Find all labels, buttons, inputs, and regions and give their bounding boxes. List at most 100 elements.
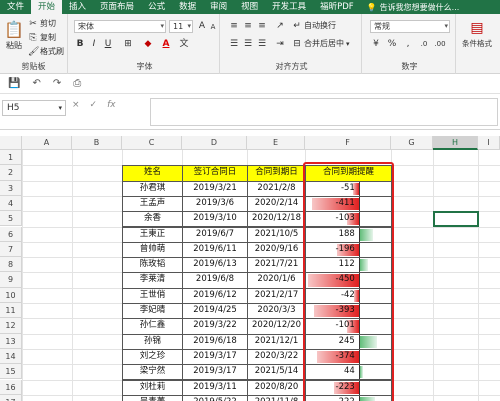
merge-center-button[interactable]: ⊟ 合并后居中 ▾ [292,38,349,49]
date-cell[interactable]: 2019/6/11 [182,241,248,259]
name-cell[interactable]: 刘之珍 [122,348,183,366]
undo-icon[interactable]: ↶ [32,78,40,89]
column-header-A[interactable]: A [22,136,72,150]
menu-tab-6[interactable]: 审阅 [203,0,234,14]
date-cell[interactable]: 2019/6/7 [182,226,248,243]
date-cell[interactable]: 2021/11/8 [247,394,306,401]
date-cell[interactable]: 2021/12/1 [247,333,306,350]
name-cell[interactable]: 梁宁然 [122,364,183,381]
align-center-icon[interactable]: ☰ [242,38,254,50]
column-header-C[interactable]: C [122,136,182,150]
menu-tab-1[interactable]: 开始 [31,0,63,14]
date-cell[interactable]: 2020/2/14 [247,195,306,213]
row-header-2[interactable]: 2 [0,165,22,181]
row-header-17[interactable]: 17 [0,394,22,401]
currency-icon[interactable]: ¥ [370,38,382,50]
date-cell[interactable]: 2019/5/22 [182,394,248,401]
date-cell[interactable]: 2020/3/3 [247,303,306,320]
column-header-E[interactable]: E [247,136,305,150]
row-header-4[interactable]: 4 [0,195,22,212]
redo-icon[interactable]: ↷ [53,78,61,89]
date-cell[interactable]: 2020/1/6 [247,272,306,289]
menu-tab-0[interactable]: 文件 [0,0,31,14]
row-header-13[interactable]: 13 [0,333,22,349]
align-middle-icon[interactable]: ≡ [242,20,254,32]
menu-tab-2[interactable]: 插入 [62,0,93,14]
comma-icon[interactable]: , [402,38,414,50]
spreadsheet-grid[interactable]: ABCDEFGHI1234567891011121314151617姓名签订合同… [0,136,500,401]
date-cell[interactable]: 2019/6/8 [182,272,248,289]
format-painter-button[interactable]: 🖌 格式刷 [28,46,64,57]
date-cell[interactable]: 2020/12/18 [247,211,306,228]
menu-tab-3[interactable]: 页面布局 [93,0,141,14]
formula-input[interactable] [150,98,498,126]
menu-tab-4[interactable]: 公式 [141,0,172,14]
column-header-H[interactable]: H [433,136,478,150]
date-cell[interactable]: 2019/3/11 [182,379,248,396]
increase-decimal-icon[interactable]: .0 [418,38,430,50]
align-bottom-icon[interactable]: ≡ [256,20,268,32]
row-header-11[interactable]: 11 [0,303,22,319]
paste-button[interactable]: 📋 粘贴 [4,20,24,51]
column-header-F[interactable]: F [305,136,391,150]
name-cell[interactable]: 孙锦 [122,333,183,350]
row-header-10[interactable]: 10 [0,287,22,303]
row-header-16[interactable]: 16 [0,379,22,395]
name-cell[interactable]: 李妃晴 [122,303,183,320]
date-cell[interactable]: 2021/10/5 [247,226,306,243]
italic-button[interactable]: I [88,38,100,50]
name-cell[interactable]: 吴青菁 [122,394,183,401]
name-cell[interactable]: 孙仁鑫 [122,318,183,335]
menu-tab-5[interactable]: 数据 [172,0,203,14]
active-cell-H5[interactable] [433,211,479,228]
row-header-14[interactable]: 14 [0,348,22,365]
conditional-format-button[interactable]: ▤ 条件格式 [462,20,492,49]
name-cell[interactable]: 王世俏 [122,287,183,304]
name-cell[interactable]: 余香 [122,211,183,228]
underline-button[interactable]: U [102,38,114,50]
row-header-9[interactable]: 9 [0,272,22,288]
menu-tab-9[interactable]: 福昕PDF [313,0,361,14]
row-header-7[interactable]: 7 [0,241,22,258]
menu-tab-7[interactable]: 视图 [234,0,265,14]
table-header-cell[interactable]: 姓名 [122,165,183,182]
name-cell[interactable]: 刘杜莉 [122,379,183,396]
date-cell[interactable]: 2021/2/8 [247,180,306,197]
date-cell[interactable]: 2019/3/17 [182,364,248,381]
date-cell[interactable]: 2019/3/22 [182,318,248,335]
date-cell[interactable]: 2020/9/16 [247,241,306,259]
date-cell[interactable]: 2019/3/6 [182,195,248,213]
date-cell[interactable]: 2019/6/13 [182,257,248,274]
tell-me-search[interactable]: 💡 告诉我您想要做什么... [367,2,460,13]
confirm-icon[interactable]: ✓ [90,100,98,110]
date-cell[interactable]: 2020/8/20 [247,379,306,396]
number-format-select[interactable]: 常规 ▾ [370,20,450,33]
wrap-text-button[interactable]: ↵ 自动换行 [292,20,336,31]
select-all-corner[interactable] [0,136,22,150]
name-box[interactable]: H5 ▾ [2,100,66,116]
align-left-icon[interactable]: ☰ [228,38,240,50]
date-cell[interactable]: 2019/3/10 [182,211,248,228]
row-header-3[interactable]: 3 [0,180,22,196]
date-cell[interactable]: 2021/7/21 [247,257,306,274]
percent-icon[interactable]: % [386,38,398,50]
indent-icon[interactable]: ⇥ [274,38,286,50]
save-icon[interactable]: 💾 [8,78,20,89]
table-header-cell[interactable]: 合同到期日 [247,165,306,182]
shrink-font-button[interactable]: A [207,21,219,33]
name-cell[interactable]: 孙君琪 [122,180,183,197]
row-header-6[interactable]: 6 [0,226,22,242]
date-cell[interactable]: 2019/4/25 [182,303,248,320]
bold-button[interactable]: B [74,38,86,50]
copy-button[interactable]: ⎘ 复制 [28,32,56,43]
column-header-G[interactable]: G [391,136,433,150]
row-header-15[interactable]: 15 [0,364,22,380]
date-cell[interactable]: 2021/5/14 [247,364,306,381]
name-cell[interactable]: 曾帅萌 [122,241,183,259]
column-header-D[interactable]: D [182,136,247,150]
font-name-select[interactable]: 宋体 ▾ [74,20,166,33]
name-cell[interactable]: 王孟声 [122,195,183,213]
row-header-8[interactable]: 8 [0,257,22,273]
fx-icon[interactable]: fx [107,100,116,110]
date-cell[interactable]: 2019/3/17 [182,348,248,366]
